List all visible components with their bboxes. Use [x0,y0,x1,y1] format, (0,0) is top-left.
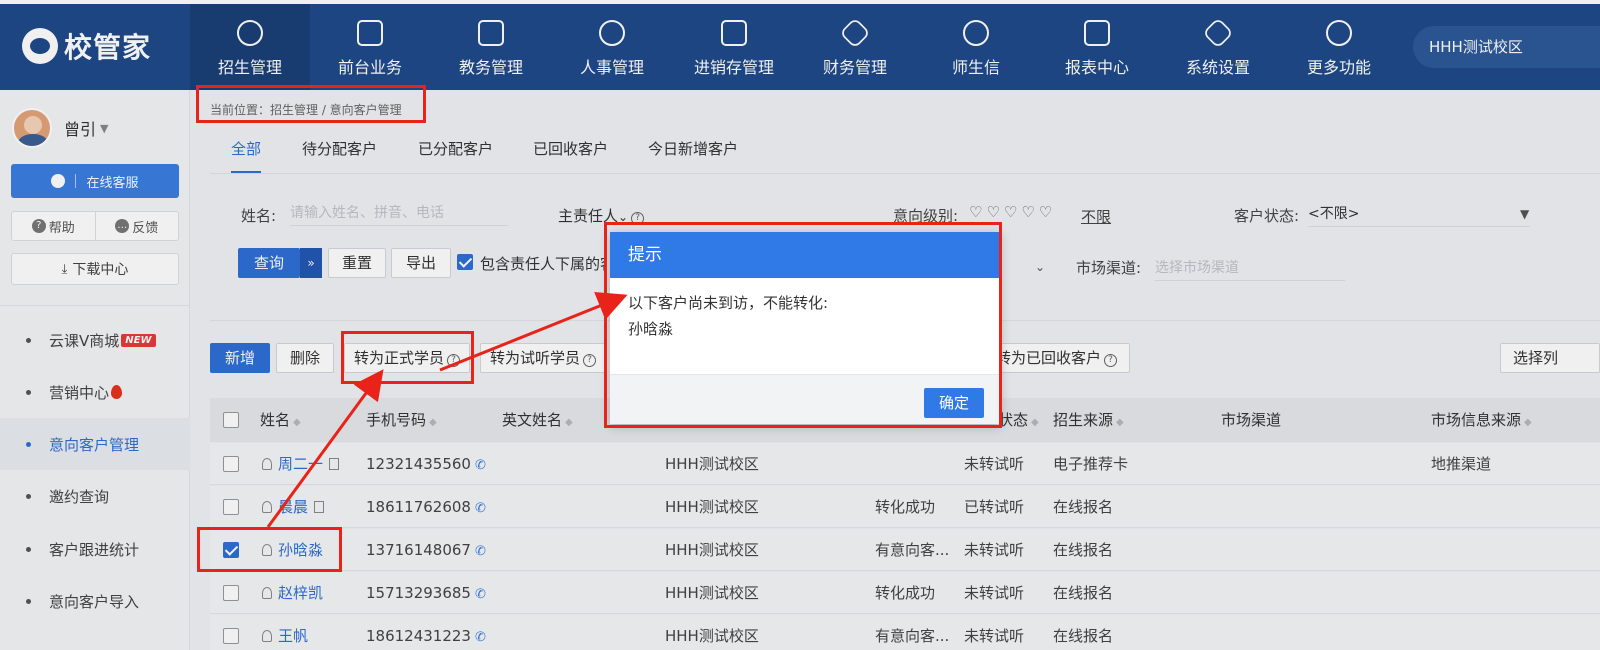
annotation-box-convert-button [341,331,474,384]
annotation-box-breadcrumb [196,85,426,123]
annotation-box-selected-row [197,527,342,572]
annotation-box-dialog [604,222,1002,428]
